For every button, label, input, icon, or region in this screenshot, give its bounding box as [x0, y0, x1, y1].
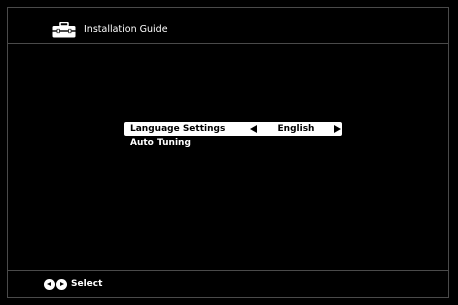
- right-arrow-icon[interactable]: [334, 125, 341, 133]
- menu-item-label: Auto Tuning: [130, 138, 191, 148]
- left-arrow-icon[interactable]: [250, 125, 257, 133]
- installation-guide-screen: Installation Guide Language Settings Eng…: [7, 7, 449, 298]
- menu-item-auto-tuning[interactable]: Auto Tuning: [124, 136, 342, 150]
- right-arrow-button-icon: [56, 279, 67, 290]
- header-bar: Installation Guide: [8, 8, 448, 44]
- footer-bar: Select: [8, 270, 448, 297]
- menu-item-language-settings[interactable]: Language Settings English: [124, 122, 342, 136]
- footer-hint-label: Select: [71, 279, 103, 289]
- page-title: Installation Guide: [84, 24, 168, 35]
- language-value: English: [277, 124, 315, 134]
- left-arrow-button-icon: [44, 279, 55, 290]
- menu-item-label: Language Settings: [130, 124, 226, 134]
- settings-menu: Language Settings English Auto Tuning: [124, 122, 342, 150]
- toolbox-icon: [52, 22, 76, 38]
